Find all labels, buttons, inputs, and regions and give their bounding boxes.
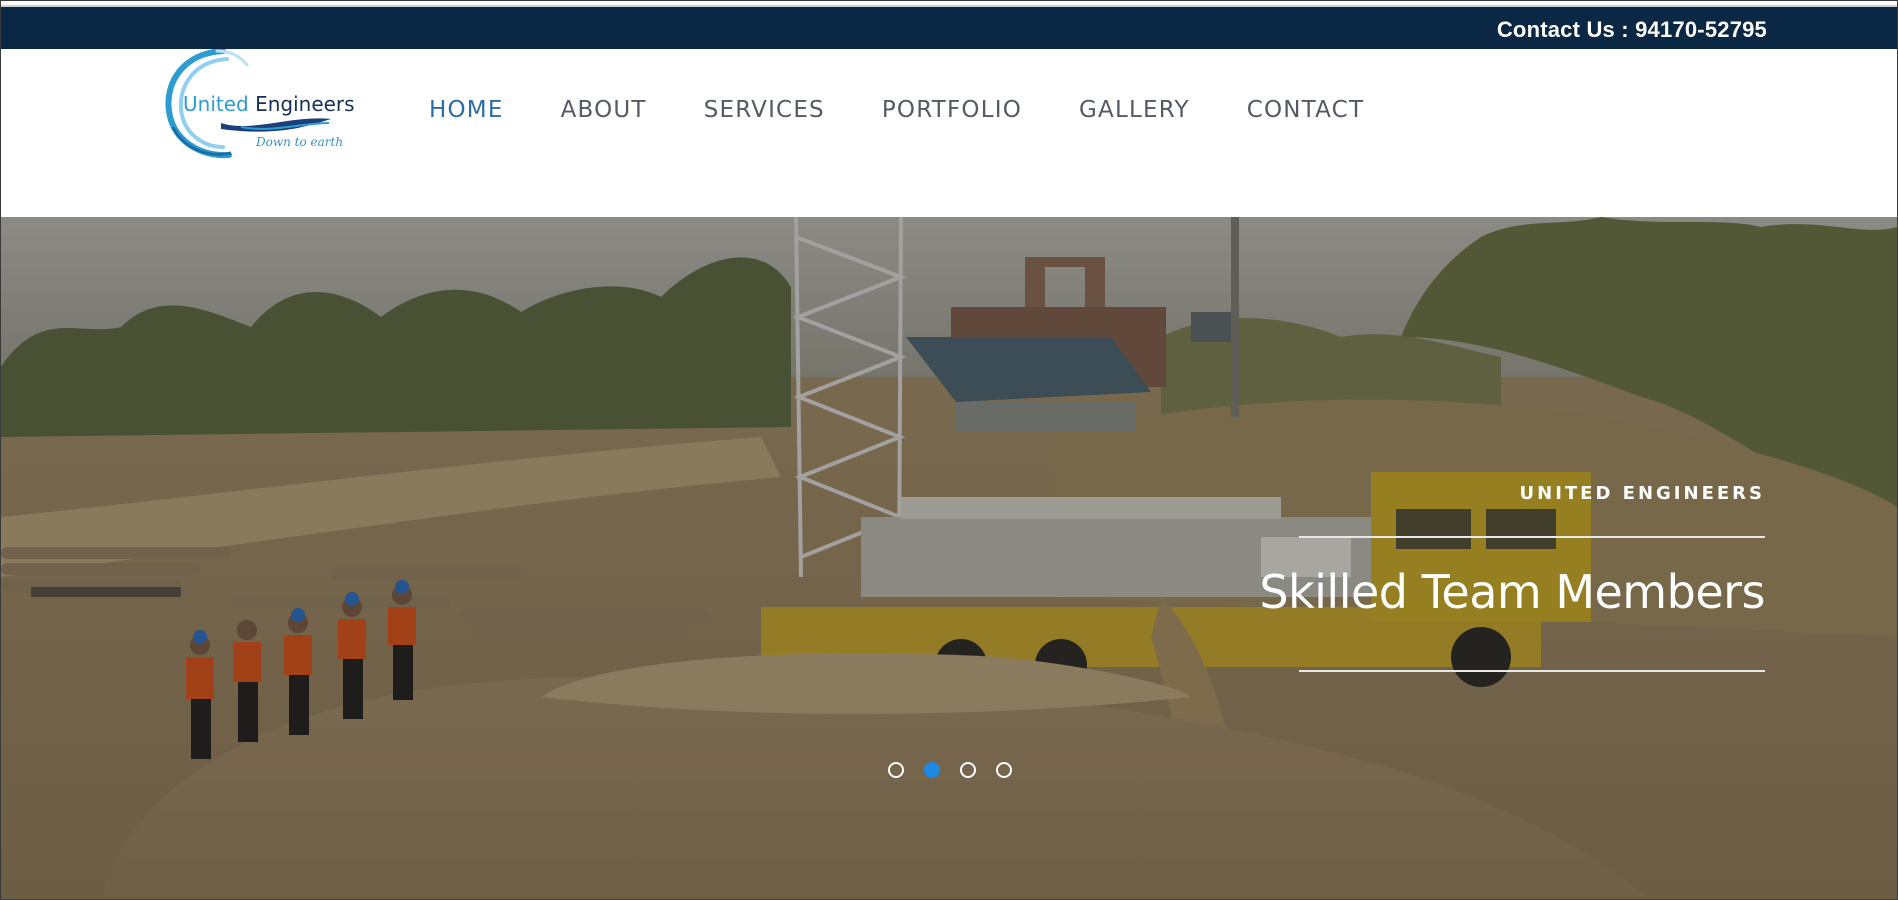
slider-dot-4[interactable] [996,762,1012,778]
slider-pagination [888,762,1032,778]
caption-divider-bottom [1299,670,1765,672]
logo-wordmark: United Engineers [183,92,355,116]
contact-phone-text: Contact Us : 94170-52795 [1496,17,1767,42]
logo-word-engineers: Engineers [255,92,355,116]
browser-viewport: Contact Us : 94170-52795 United Engineer… [0,0,1898,900]
hero-dark-overlay [1,217,1897,899]
nav-item-services[interactable]: SERVICES [704,97,825,123]
slider-dot-2[interactable] [924,762,940,778]
main-nav: HOME ABOUT SERVICES PORTFOLIO GALLERY CO… [429,97,1421,123]
caption-divider-top [1299,536,1765,538]
top-contact-bar: Contact Us : 94170-52795 [1,5,1897,49]
site-header: United Engineers Down to earth HOME ABOU… [1,49,1897,217]
nav-item-gallery[interactable]: GALLERY [1079,97,1190,123]
nav-item-about[interactable]: ABOUT [561,97,647,123]
hero-caption: UNITED ENGINEERS Skilled Team Members [1259,483,1765,672]
nav-item-contact[interactable]: CONTACT [1247,97,1364,123]
slider-dot-3[interactable] [960,762,976,778]
nav-item-portfolio[interactable]: PORTFOLIO [882,97,1022,123]
nav-item-home[interactable]: HOME [429,97,504,123]
logo-word-united: United [183,92,249,116]
hero-slider: UNITED ENGINEERS Skilled Team Members [1,217,1897,899]
slider-dot-1[interactable] [888,762,904,778]
site-logo[interactable]: United Engineers Down to earth [161,49,361,167]
hero-title: Skilled Team Members [1259,565,1765,619]
hero-kicker: UNITED ENGINEERS [1519,483,1765,504]
logo-tagline: Down to earth [256,135,344,149]
